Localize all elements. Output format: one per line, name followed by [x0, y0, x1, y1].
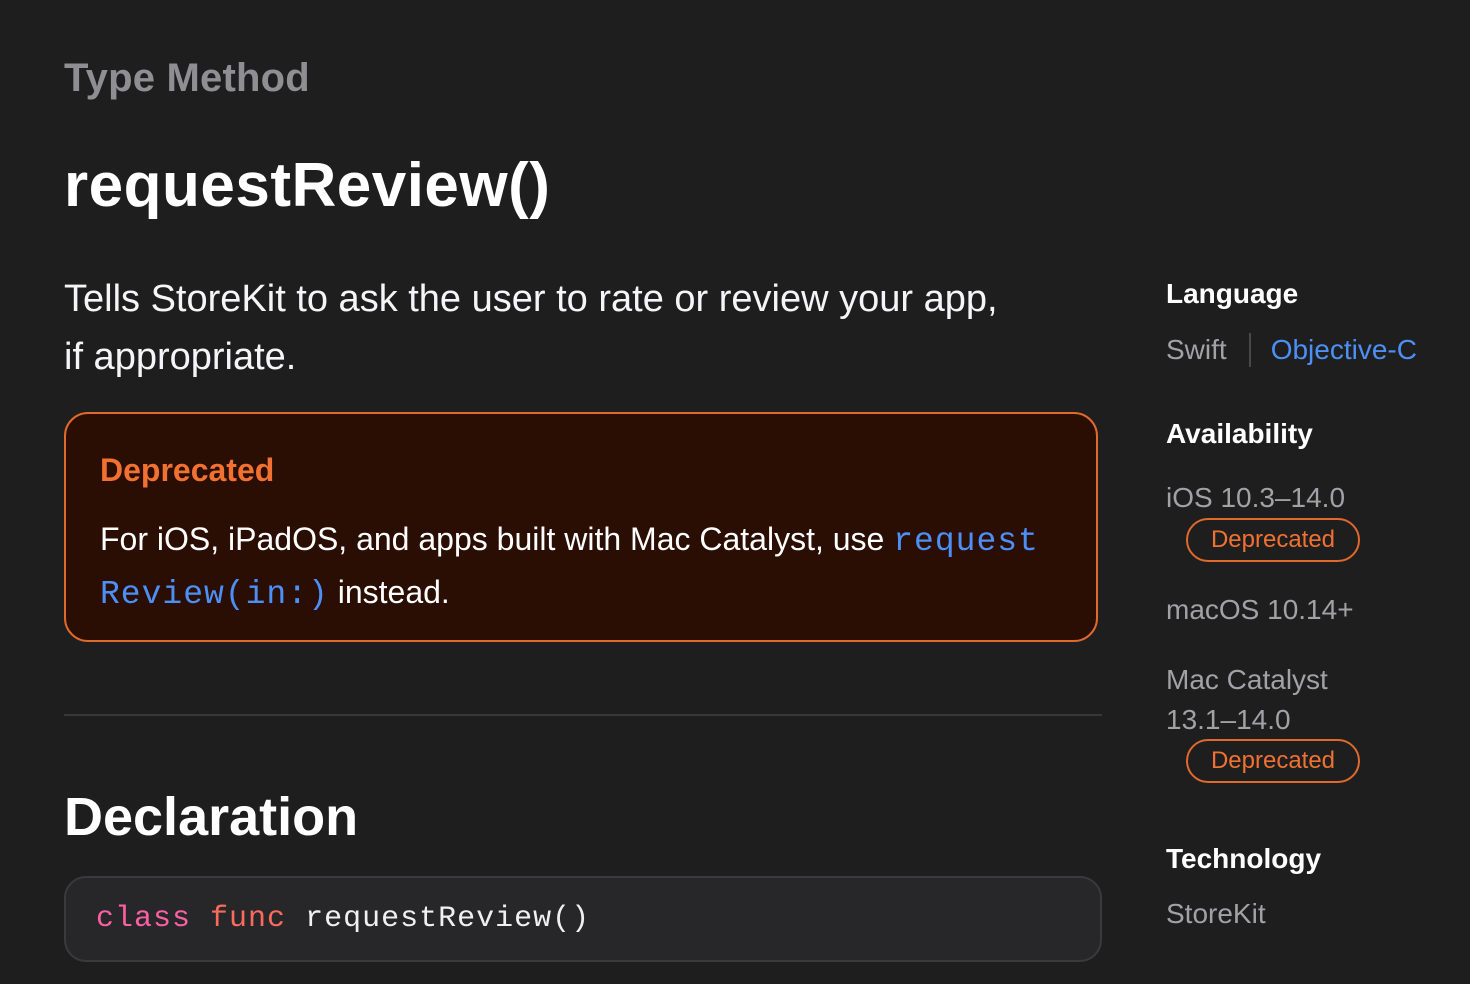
mac-catalyst-version: 13.1–14.0 [1166, 704, 1291, 735]
mac-catalyst-name: Mac Catalyst [1166, 664, 1328, 695]
mac-catalyst-deprecated-badge: Deprecated [1186, 739, 1360, 783]
language-option-objective-c[interactable]: Objective-C [1271, 330, 1417, 370]
request-review-in-link[interactable]: request [893, 523, 1039, 560]
platform-mac-catalyst: Mac Catalyst 13.1–14.0 [1166, 660, 1328, 740]
platform-ios: iOS 10.3–14.0 [1166, 482, 1346, 513]
deprecation-message: For iOS, iPadOS, and apps built with Mac… [100, 514, 1060, 620]
language-option-swift[interactable]: Swift [1166, 330, 1227, 370]
abstract: Tells StoreKit to ask the user to rate o… [64, 270, 1114, 386]
section-divider [64, 714, 1102, 716]
ios-deprecated-badge: Deprecated [1186, 518, 1360, 562]
deprecation-notice: Deprecated For iOS, iPadOS, and apps bui… [64, 412, 1098, 642]
abstract-line-1: Tells StoreKit to ask the user to rate o… [64, 278, 998, 320]
technology-heading: Technology [1166, 843, 1322, 874]
technology-storekit[interactable]: StoreKit [1166, 894, 1266, 934]
availability-heading: Availability [1166, 418, 1313, 449]
deprecation-title: Deprecated [100, 452, 275, 488]
documentation-page: Type Method requestReview() Tells StoreK… [0, 0, 1470, 984]
declaration-signature: requestReview() [305, 902, 591, 936]
request-review-in-link-continued[interactable]: Review(in:) [100, 576, 329, 613]
language-separator [1248, 333, 1251, 367]
deprecation-text-before: For iOS, iPadOS, and apps built with Mac… [100, 521, 894, 557]
keyword-func: func [210, 902, 287, 936]
language-switcher: Swift Objective-C [1166, 330, 1417, 370]
page-title: requestReview() [64, 151, 551, 220]
language-heading: Language [1166, 278, 1299, 309]
declaration-code-block: class func requestReview() [64, 876, 1102, 962]
platform-macos: macOS 10.14+ [1166, 594, 1354, 625]
declaration-heading: Declaration [64, 787, 359, 847]
abstract-line-2: if appropriate. [64, 336, 297, 378]
symbol-kind-label: Type Method [64, 56, 310, 100]
deprecation-text-after: instead. [328, 574, 450, 610]
keyword-class: class [96, 902, 192, 936]
